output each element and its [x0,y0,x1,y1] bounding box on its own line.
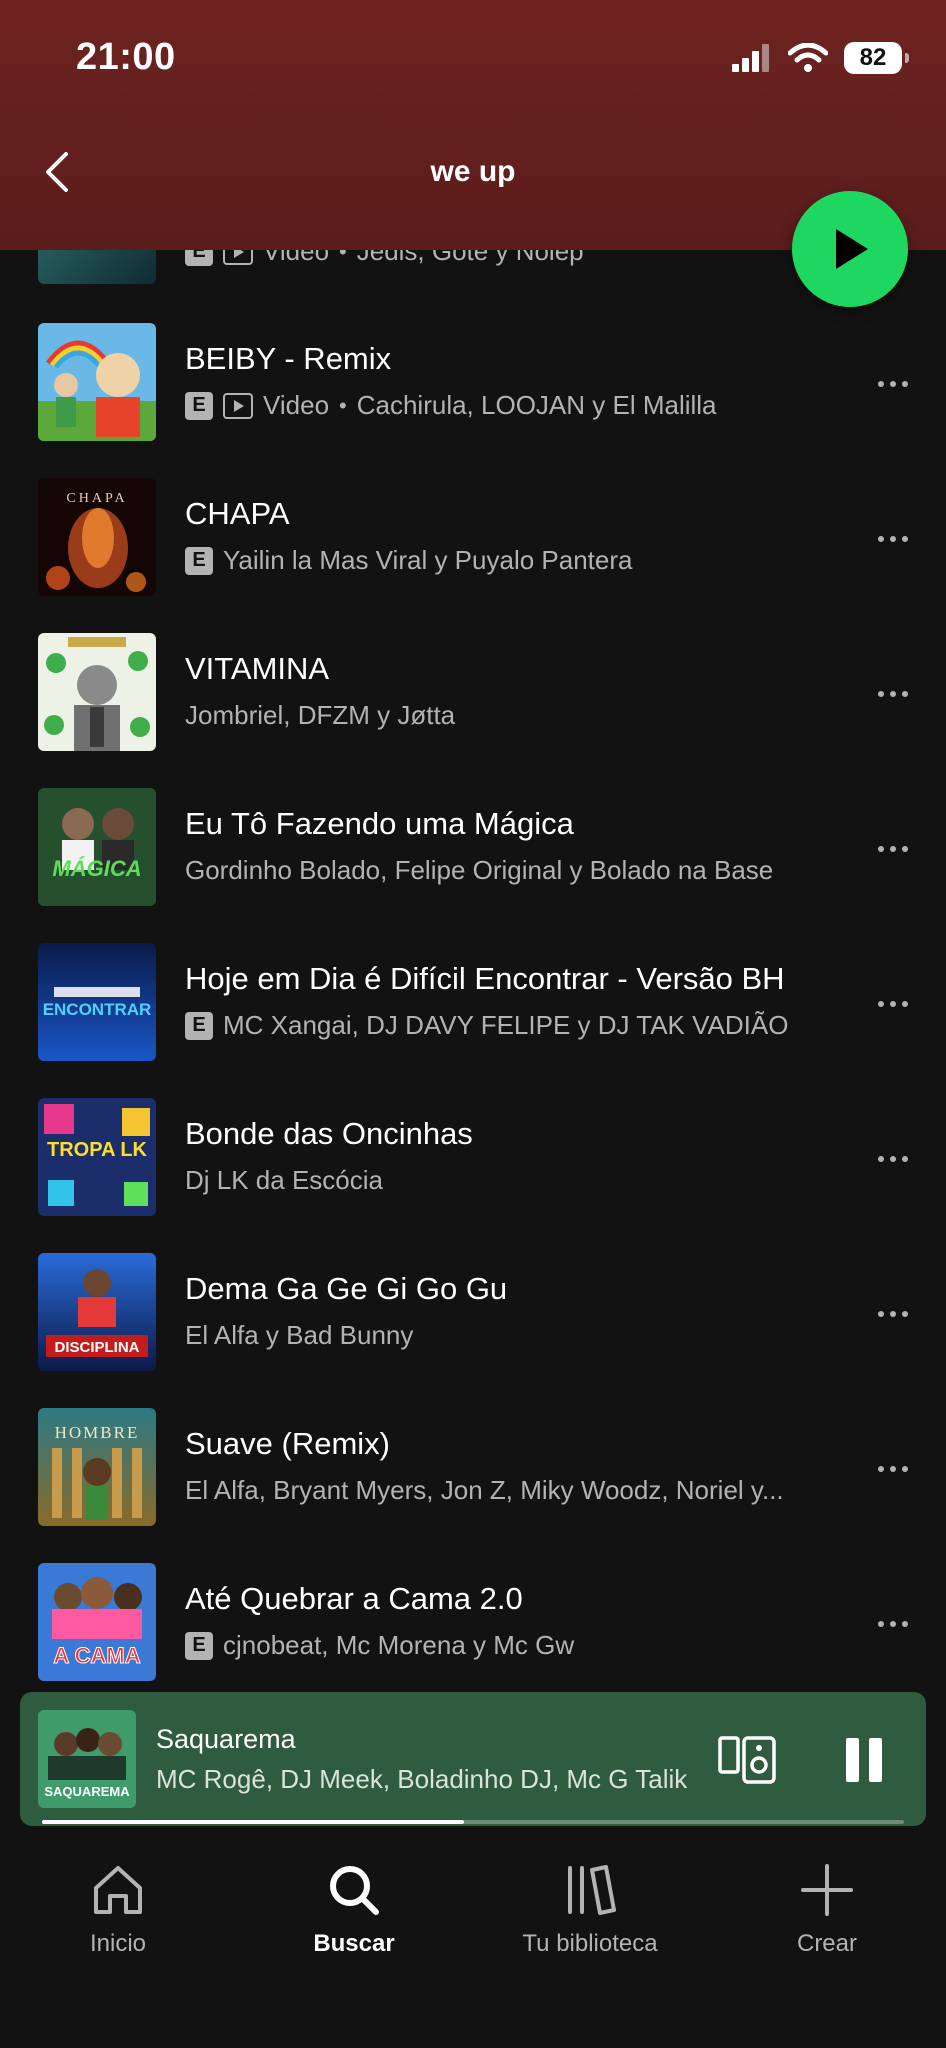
nav-label: Inicio [89,1930,147,1957]
track-meta: El Alfa y Bad Bunny [185,1320,413,1351]
more-options-button[interactable] [878,691,908,697]
page-title: we up [430,155,516,188]
track-row[interactable]: VITAMINA Jombriel, DFZM y Jøtta [0,633,946,788]
explicit-badge: E [185,546,213,575]
home-icon [94,1866,142,1914]
track-artists: cjnobeat, Mc Morena y Mc Gw [223,1630,575,1660]
nav-home[interactable]: Inicio [18,1862,218,1958]
nav-search[interactable]: Buscar [254,1862,454,1958]
track-row[interactable]: DISCIPLINA Dema Ga Ge Gi Go Gu El Alfa y… [0,1253,946,1408]
progress-fill [42,1820,465,1824]
more-options-button[interactable] [878,1466,908,1472]
track-artists: Dj LK da Escócia [185,1165,383,1195]
cover-text: A CAMA [53,1643,140,1668]
album-cover [38,633,156,751]
library-icon [568,1865,616,1915]
album-cover: HOMBRE [38,1408,156,1526]
track-meta: E MC Xangai, DJ DAVY FELIPE y DJ TAK VAD… [185,1010,788,1041]
playlist-screen: E Video • Jedis, Gote y Nolep BEIBY - Re… [0,0,946,2048]
more-options-button[interactable] [878,381,908,387]
now-playing-title: Saquarema [156,1724,296,1754]
nav-library[interactable]: Tu biblioteca [490,1862,690,1958]
track-meta: Jombriel, DFZM y Jøtta [185,700,455,731]
explicit-badge: E [185,1631,213,1660]
more-options-button[interactable] [878,1621,908,1627]
now-playing-artists: MC Rogê, DJ Meek, Boladinho DJ, Mc G Tal… [156,1764,688,1794]
track-meta: Gordinho Bolado, Felipe Original y Bolad… [185,855,773,886]
track-row[interactable]: MÁGICA Eu Tô Fazendo uma Mágica Gordinho… [0,788,946,943]
plus-icon [801,1864,853,1916]
track-artists: El Alfa, Bryant Myers, Jon Z, Miky Woodz… [185,1475,784,1505]
track-title: Hoje em Dia é Difícil Encontrar - Versão… [185,961,785,996]
nav-label: Buscar [313,1930,395,1957]
cover-text: MÁGICA [52,856,141,881]
status-icons: 82 [732,42,909,74]
track-meta: El Alfa, Bryant Myers, Jon Z, Miky Woodz… [185,1475,784,1506]
track-artists: El Alfa y Bad Bunny [185,1320,414,1350]
track-row[interactable]: CHAPA CHAPA E Yailin la Mas Viral y Puya… [0,478,946,633]
track-title: Até Quebrar a Cama 2.0 [185,1581,523,1616]
nav-label: Crear [796,1930,857,1957]
album-cover: CHAPA [38,478,156,596]
more-options-button[interactable] [878,536,908,542]
cover-text: TROPA LK [47,1139,148,1161]
play-button[interactable] [792,191,908,307]
pause-button[interactable] [838,1734,890,1786]
more-options-button[interactable] [878,1001,908,1007]
track-meta: Dj LK da Escócia [185,1165,383,1196]
track-row[interactable]: TROPA LK Bonde das Oncinhas Dj LK da Esc… [0,1098,946,1253]
album-cover [38,323,156,441]
album-cover: MÁGICA [38,788,156,906]
track-artists: Gordinho Bolado, Felipe Original y Bolad… [185,855,774,885]
play-icon [836,229,868,269]
cover-text: SAQUAREMA [44,1784,130,1799]
mini-player[interactable]: SAQUAREMA Saquarema MC Rogê, DJ Meek, Bo… [20,1692,926,1826]
video-label: Video [263,390,330,420]
track-row[interactable]: BEIBY - Remix E Video • Cachirula, LOOJA… [0,323,946,478]
separator-dot: • [339,392,347,418]
album-cover: DISCIPLINA [38,1253,156,1371]
playback-progress[interactable] [42,1820,904,1824]
more-options-button[interactable] [878,1156,908,1162]
track-title: Dema Ga Ge Gi Go Gu [185,1271,508,1306]
track-title: Suave (Remix) [185,1426,390,1461]
battery-indicator: 82 [844,42,909,74]
status-time: 21:00 [76,36,176,78]
track-title: Bonde das Oncinhas [185,1116,473,1151]
album-cover: TROPA LK [38,1098,156,1216]
signal-icon [732,44,769,72]
search-icon [330,1866,379,1915]
cover-text: CHAPA [66,491,127,506]
track-meta: E cjnobeat, Mc Morena y Mc Gw [185,1630,574,1661]
track-row[interactable]: ENCONTRAR Hoje em Dia é Difícil Encontra… [0,943,946,1098]
now-playing-cover: SAQUAREMA [38,1710,136,1808]
nav-label: Tu biblioteca [522,1930,658,1957]
cover-text: HOMBRE [55,1423,140,1442]
track-meta: E Video • Cachirula, LOOJAN y El Malilla [185,390,717,421]
explicit-badge: E [185,1011,213,1040]
cover-text: ENCONTRAR [43,1000,152,1019]
album-cover: ENCONTRAR [38,943,156,1061]
video-icon [223,392,253,419]
connect-device-button[interactable] [718,1734,778,1786]
bottom-nav: Inicio Buscar Tu biblioteca Crear [0,1840,946,2048]
nav-create[interactable]: Crear [727,1862,927,1958]
wifi-icon [788,43,828,72]
track-meta: E Yailin la Mas Viral y Puyalo Pantera [185,545,632,576]
track-title: VITAMINA [185,651,330,686]
track-artists: Yailin la Mas Viral y Puyalo Pantera [223,545,633,575]
track-artists: Cachirula, LOOJAN y El Malilla [356,390,717,420]
track-artists: Jombriel, DFZM y Jøtta [185,700,456,730]
explicit-badge: E [185,391,213,420]
track-title: BEIBY - Remix [185,341,392,376]
more-options-button[interactable] [878,846,908,852]
track-title: CHAPA [185,496,290,531]
more-options-button[interactable] [878,1311,908,1317]
track-row[interactable]: HOMBRE Suave (Remix) El Alfa, Bryant Mye… [0,1408,946,1563]
cover-text: DISCIPLINA [54,1339,139,1356]
track-title: Eu Tô Fazendo uma Mágica [185,806,574,841]
album-cover: A CAMA [38,1563,156,1681]
track-artists: MC Xangai, DJ DAVY FELIPE y DJ TAK VADIÃ… [223,1010,789,1040]
